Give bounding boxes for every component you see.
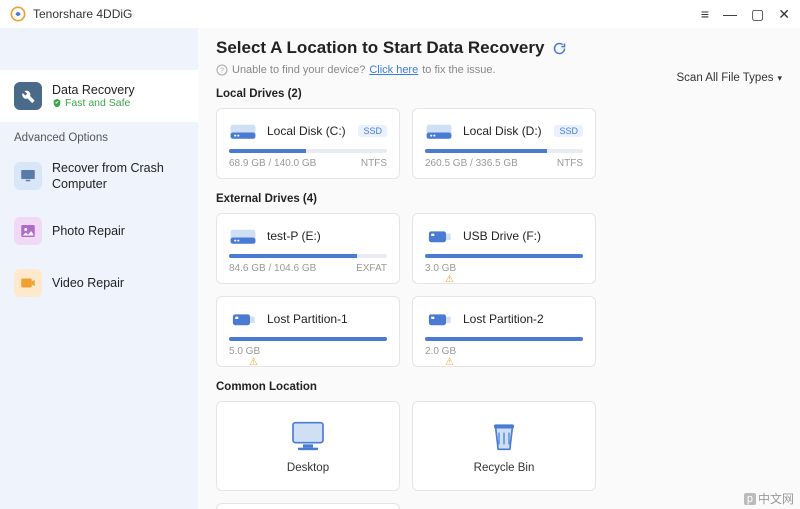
local-drives-title: Local Drives (2) [216, 88, 782, 100]
nav-label: Photo Repair [52, 224, 125, 238]
photo-icon [19, 222, 37, 240]
nav-title: Data Recovery [52, 83, 135, 97]
nav-label: Recover from Crash Computer [52, 160, 184, 193]
nav-label: Video Repair [52, 276, 124, 290]
warn-icon: ⚠ [249, 357, 258, 368]
main-content: Select A Location to Start Data Recovery… [198, 28, 800, 509]
drive-card[interactable]: Local Disk (C:)SSD68.9 GB / 140.0 GBNTFS [216, 108, 400, 179]
drive-name: Local Disk (D:) [463, 124, 544, 138]
sidebar-item-photo-repair[interactable]: Photo Repair [0, 205, 198, 257]
common-location-title: Common Location [216, 381, 782, 393]
drive-name: Local Disk (C:) [267, 124, 348, 138]
advanced-options-label: Advanced Options [0, 122, 198, 148]
drive-card[interactable]: Lost Partition-15.0 GB⚠ [216, 296, 400, 367]
sidebar-item-recover-crash[interactable]: Recover from Crash Computer [0, 148, 198, 205]
app-logo-icon [10, 6, 26, 22]
common-label: Desktop [287, 462, 329, 474]
drive-name: test-P (E:) [267, 229, 387, 243]
question-icon: ? [216, 64, 228, 76]
drive-card[interactable]: USB Drive (F:)3.0 GB⚠ [412, 213, 596, 284]
app-name: Tenorshare 4DDiG [33, 7, 701, 21]
drive-badge: SSD [358, 125, 387, 137]
common-label: Recycle Bin [474, 462, 535, 474]
monitor-icon [19, 167, 37, 185]
drive-card[interactable]: Local Disk (D:)SSD260.5 GB / 336.5 GBNTF… [412, 108, 596, 179]
sidebar-item-data-recovery[interactable]: Data Recovery Fast and Safe [0, 70, 198, 122]
common-location-card[interactable]: Desktop [216, 401, 400, 491]
window-controls: ≡ — ▢ ✕ [701, 7, 790, 21]
drive-badge: SSD [554, 125, 583, 137]
sidebar-item-video-repair[interactable]: Video Repair [0, 257, 198, 309]
drive-name: Lost Partition-2 [463, 312, 583, 326]
refresh-icon[interactable] [552, 41, 567, 56]
watermark: p中文网 [744, 490, 794, 507]
click-here-link[interactable]: Click here [369, 64, 418, 76]
common-location-card[interactable]: Select Folder [216, 503, 400, 509]
video-icon [19, 274, 37, 292]
chevron-down-icon: ▾ [777, 73, 782, 84]
warn-icon: ⚠ [445, 274, 454, 285]
maximize-button[interactable]: ▢ [751, 7, 764, 21]
external-drives-title: External Drives (4) [216, 193, 782, 205]
drive-name: Lost Partition-1 [267, 312, 387, 326]
close-button[interactable]: ✕ [778, 7, 790, 21]
shield-check-icon [52, 98, 62, 108]
sidebar: Data Recovery Fast and Safe Advanced Opt… [0, 28, 198, 509]
wrench-icon [20, 88, 36, 104]
nav-subtitle: Fast and Safe [52, 97, 135, 109]
svg-text:?: ? [220, 68, 224, 75]
drive-card[interactable]: Lost Partition-22.0 GB⚠ [412, 296, 596, 367]
scan-file-types-button[interactable]: Scan All File Types ▾ [677, 72, 782, 84]
titlebar: Tenorshare 4DDiG ≡ — ▢ ✕ [0, 0, 800, 28]
warn-icon: ⚠ [445, 357, 454, 368]
drive-name: USB Drive (F:) [463, 229, 583, 243]
drive-card[interactable]: test-P (E:)84.6 GB / 104.6 GBEXFAT [216, 213, 400, 284]
page-title: Select A Location to Start Data Recovery [216, 38, 544, 58]
common-location-card[interactable]: Recycle Bin [412, 401, 596, 491]
menu-icon[interactable]: ≡ [701, 7, 709, 21]
minimize-button[interactable]: — [723, 7, 737, 21]
